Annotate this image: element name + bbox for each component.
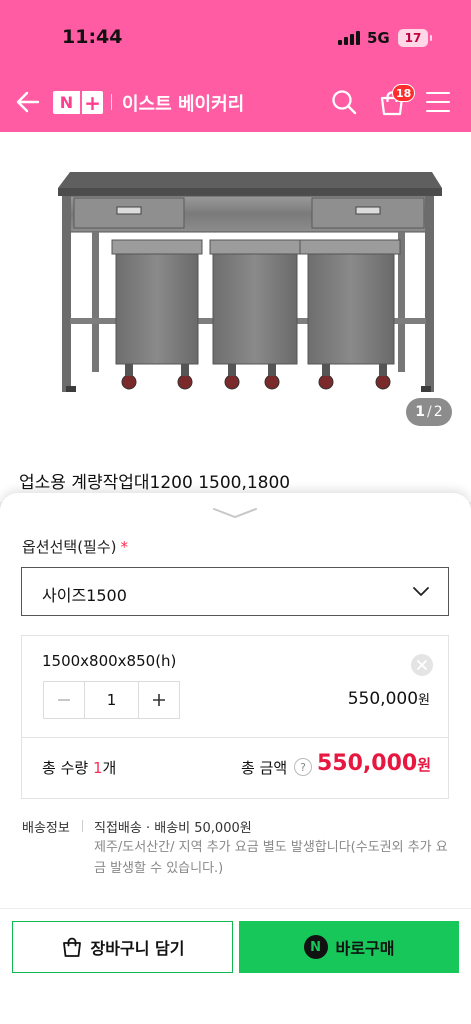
minus-icon <box>58 699 70 701</box>
search-icon <box>332 90 357 115</box>
top-nav-bar: N + 이스트 베이커리 18 <box>0 72 471 132</box>
shipping-info: 직접배송 · 배송비 50,000원 <box>94 821 252 836</box>
total-quantity-value: 1 <box>92 759 103 777</box>
price-unit: 원 <box>418 693 430 708</box>
plus-icon <box>153 694 165 706</box>
naver-pay-icon: N <box>303 935 328 959</box>
total-amount-unit: 원 <box>417 756 431 774</box>
naver-plus-logo[interactable]: N + <box>53 91 103 115</box>
decrease-quantity-button[interactable] <box>44 682 84 718</box>
option-selected-value: 사이즈1500 <box>42 586 127 605</box>
option-label-text: 옵션선택(필수) <box>22 538 117 556</box>
battery-icon: 17 <box>398 29 432 47</box>
product-title: 업소용 계량작업대1200 1500,1800 <box>19 473 291 493</box>
option-select[interactable]: 사이즈1500 <box>21 567 449 616</box>
selected-option-name: 1500x800x850(h) <box>42 652 177 670</box>
hamburger-menu-icon <box>426 92 450 94</box>
quantity-value[interactable]: 1 <box>84 682 139 718</box>
chevron-down-icon <box>213 508 257 519</box>
selected-option-price-value: 550,000 <box>347 689 419 709</box>
cart-count-badge: 18 <box>392 84 416 102</box>
buy-now-button[interactable]: N 바로구매 <box>239 921 459 973</box>
logo-plus: + <box>80 91 103 115</box>
work-table-image <box>58 172 442 392</box>
back-arrow-icon <box>16 91 40 113</box>
total-quantity: 총 수량 1개 <box>42 757 116 778</box>
remove-option-button[interactable] <box>411 654 433 676</box>
close-icon <box>417 660 427 670</box>
store-name[interactable]: 이스트 베이커리 <box>122 90 244 116</box>
selected-option-price: 550,000원 <box>348 689 430 709</box>
required-mark: * <box>120 538 129 556</box>
total-quantity-unit: 개 <box>102 759 117 777</box>
image-counter-total: 2 <box>433 404 443 420</box>
status-time: 11:44 <box>62 26 123 48</box>
image-counter-current: 1 <box>415 404 426 420</box>
option-label: 옵션선택(필수) * <box>22 536 128 557</box>
add-to-cart-label: 장바구니 담기 <box>90 939 185 958</box>
shipping-label: 배송정보 <box>22 821 70 836</box>
product-image[interactable] <box>0 132 471 442</box>
image-counter-separator: / <box>427 404 432 420</box>
quantity-stepper: 1 <box>43 681 180 719</box>
totals-box: 총 수량 1개 총 금액 ? 550,000원 <box>21 737 449 799</box>
total-amount-value: 550,000 <box>316 751 418 776</box>
sheet-collapse-handle[interactable] <box>210 505 260 519</box>
selected-option-item: 1500x800x850(h) 1 550,000원 <box>21 635 449 737</box>
shopping-bag-icon <box>62 937 81 957</box>
buy-now-label: 바로구매 <box>335 939 395 958</box>
menu-button[interactable] <box>426 92 450 112</box>
bottom-action-bar: 장바구니 담기 N 바로구매 <box>0 908 471 1024</box>
chevron-down-icon <box>413 587 429 596</box>
status-bar: 11:44 5G 17 <box>0 0 471 72</box>
add-to-cart-button[interactable]: 장바구니 담기 <box>12 921 233 973</box>
back-button[interactable] <box>14 88 42 116</box>
nav-divider <box>111 94 112 110</box>
total-amount-label: 총 금액 <box>241 759 288 777</box>
search-button[interactable] <box>331 89 357 115</box>
total-amount: 550,000원 <box>317 751 431 776</box>
increase-quantity-button[interactable] <box>139 682 179 718</box>
total-quantity-label: 총 수량 <box>42 759 89 777</box>
network-label: 5G <box>367 29 390 47</box>
shipping-note: 제주/도서산간/ 지역 추가 요금 별도 발생합니다(수도권외 추가 요금 발생… <box>94 840 448 876</box>
logo-n: N <box>53 91 80 114</box>
help-icon[interactable]: ? <box>294 758 312 776</box>
signal-icon <box>338 30 360 45</box>
shipping-divider <box>82 820 83 832</box>
image-counter: 1 / 2 <box>406 398 452 426</box>
